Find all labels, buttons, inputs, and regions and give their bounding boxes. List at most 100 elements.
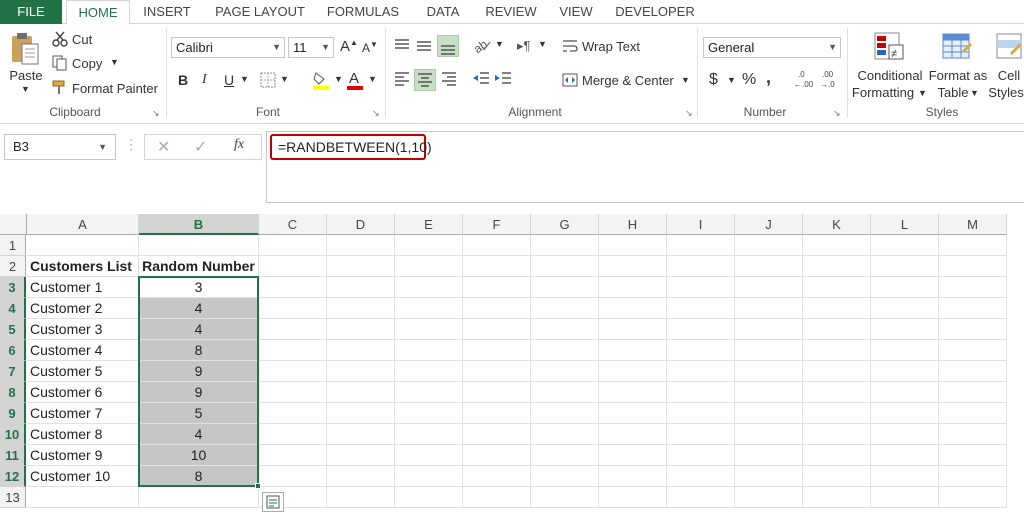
cell-empty[interactable] xyxy=(803,403,871,424)
cell-empty[interactable] xyxy=(667,235,735,256)
cell-empty[interactable] xyxy=(259,361,327,382)
cell-empty[interactable] xyxy=(871,487,939,508)
cell-empty[interactable] xyxy=(939,319,1007,340)
column-header-g[interactable]: G xyxy=(531,214,599,235)
column-header-d[interactable]: D xyxy=(327,214,395,235)
cell-empty[interactable] xyxy=(667,487,735,508)
conditional-formatting-label-1[interactable]: Conditional xyxy=(853,68,927,84)
select-all-button[interactable] xyxy=(0,214,27,235)
cell-a[interactable]: Customer 7 xyxy=(27,403,139,424)
cell-empty[interactable] xyxy=(803,235,871,256)
conditional-dropdown-icon[interactable]: ▼ xyxy=(918,88,927,98)
cell-empty[interactable] xyxy=(327,235,395,256)
cell-empty[interactable] xyxy=(259,466,327,487)
borders-icon[interactable] xyxy=(260,72,276,88)
row-header[interactable]: 8 xyxy=(0,382,26,403)
cell-empty[interactable] xyxy=(531,445,599,466)
cell-empty[interactable] xyxy=(259,424,327,445)
wrap-text-icon[interactable] xyxy=(562,38,578,54)
cell-empty[interactable] xyxy=(939,424,1007,445)
align-top-icon[interactable] xyxy=(393,36,411,54)
row-header[interactable]: 4 xyxy=(0,298,26,319)
cell-empty[interactable] xyxy=(395,424,463,445)
italic-button[interactable]: I xyxy=(202,72,207,88)
column-header-h[interactable]: H xyxy=(599,214,667,235)
cell-empty[interactable] xyxy=(259,445,327,466)
cell-empty[interactable] xyxy=(395,340,463,361)
cell-b[interactable]: 3 xyxy=(139,277,259,298)
cell-empty[interactable] xyxy=(735,424,803,445)
cell-empty[interactable] xyxy=(463,277,531,298)
cell-empty[interactable] xyxy=(939,340,1007,361)
cancel-icon[interactable]: ✕ xyxy=(157,137,170,157)
underline-dropdown-icon[interactable]: ▼ xyxy=(240,74,249,84)
cell-empty[interactable] xyxy=(327,424,395,445)
paste-button[interactable]: Paste xyxy=(4,68,48,84)
cell-empty[interactable] xyxy=(939,298,1007,319)
cell-empty[interactable] xyxy=(327,277,395,298)
cut-button[interactable]: Cut xyxy=(72,32,92,47)
tab-page-layout[interactable]: PAGE LAYOUT xyxy=(210,0,310,24)
tab-view[interactable]: VIEW xyxy=(554,0,598,24)
row-header[interactable]: 5 xyxy=(0,319,26,340)
format-painter-button[interactable]: Format Painter xyxy=(72,81,158,96)
paste-dropdown-icon[interactable]: ▼ xyxy=(21,84,30,94)
cell-empty[interactable] xyxy=(803,340,871,361)
cell-empty[interactable] xyxy=(259,298,327,319)
bold-button[interactable]: B xyxy=(178,72,188,88)
format-as-table-label-2[interactable]: Table xyxy=(935,85,971,101)
increase-decimal-icon[interactable]: .0 ←.00 xyxy=(794,69,816,89)
cell-b[interactable] xyxy=(139,235,259,256)
cell-styles-icon[interactable] xyxy=(994,31,1024,63)
cell-empty[interactable] xyxy=(939,487,1007,508)
row-header[interactable]: 10 xyxy=(0,424,26,445)
conditional-formatting-icon[interactable]: ≠ xyxy=(873,31,907,63)
cell-empty[interactable] xyxy=(259,403,327,424)
cell-empty[interactable] xyxy=(803,424,871,445)
increase-indent-icon[interactable] xyxy=(494,70,512,88)
column-header-j[interactable]: J xyxy=(735,214,803,235)
cell-empty[interactable] xyxy=(871,382,939,403)
cell-empty[interactable] xyxy=(327,382,395,403)
conditional-formatting-label-2[interactable]: Formatting xyxy=(850,85,916,101)
cell-empty[interactable] xyxy=(803,277,871,298)
row-header[interactable]: 9 xyxy=(0,403,26,424)
worksheet-grid[interactable]: A B C D E F G H I J K L M 1 2 Customers List Random Numb… xyxy=(0,214,1024,512)
cell-empty[interactable] xyxy=(463,298,531,319)
cell-empty[interactable] xyxy=(667,445,735,466)
tab-data[interactable]: DATA xyxy=(418,0,468,24)
cell-empty[interactable] xyxy=(259,277,327,298)
cell-empty[interactable] xyxy=(259,235,327,256)
cell-empty[interactable] xyxy=(803,256,871,277)
cell-a[interactable]: Customer 10 xyxy=(27,466,139,487)
align-left-icon[interactable] xyxy=(393,70,411,88)
decrease-font-icon[interactable]: A▼ xyxy=(362,40,378,55)
cell-empty[interactable] xyxy=(667,361,735,382)
cell-empty[interactable] xyxy=(395,256,463,277)
cell-empty[interactable] xyxy=(735,298,803,319)
direction-dropdown-icon[interactable]: ▼ xyxy=(538,39,547,49)
font-size-select[interactable]: 11 ▼ xyxy=(288,37,334,58)
cell-empty[interactable] xyxy=(599,445,667,466)
cell-empty[interactable] xyxy=(871,424,939,445)
cell-empty[interactable] xyxy=(871,298,939,319)
enter-icon[interactable]: ✓ xyxy=(194,137,207,157)
tab-review[interactable]: REVIEW xyxy=(480,0,542,24)
align-center-icon[interactable] xyxy=(414,69,436,91)
paragraph-direction-icon[interactable]: ▸¶ xyxy=(516,36,536,54)
cell-b[interactable]: 8 xyxy=(139,466,259,487)
cell-empty[interactable] xyxy=(871,235,939,256)
cell-empty[interactable] xyxy=(735,277,803,298)
insert-function-button[interactable]: fx xyxy=(234,137,244,153)
font-color-dropdown-icon[interactable]: ▼ xyxy=(368,74,377,84)
row-header[interactable]: 11 xyxy=(0,445,26,466)
cell-a[interactable]: Customers List xyxy=(27,256,139,277)
cell-empty[interactable] xyxy=(395,319,463,340)
cell-empty[interactable] xyxy=(327,445,395,466)
cell-empty[interactable] xyxy=(871,340,939,361)
tab-developer[interactable]: DEVELOPER xyxy=(612,0,698,24)
cell-empty[interactable] xyxy=(327,466,395,487)
cell-empty[interactable] xyxy=(939,277,1007,298)
cell-empty[interactable] xyxy=(599,424,667,445)
cell-empty[interactable] xyxy=(735,319,803,340)
